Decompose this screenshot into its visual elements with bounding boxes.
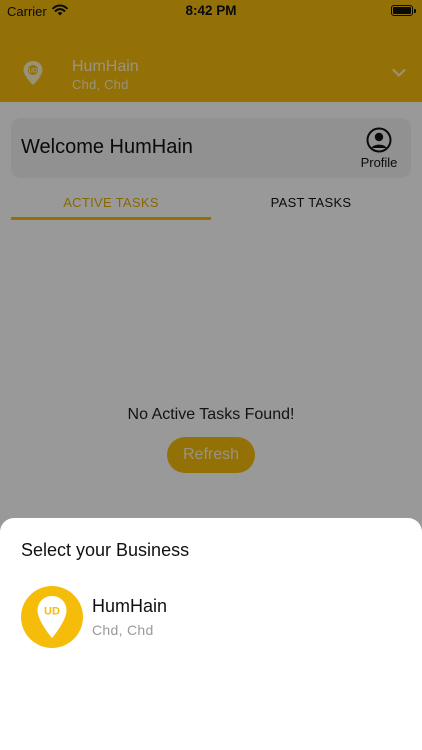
- business-list-item[interactable]: UD HumHain Chd, Chd: [0, 584, 422, 650]
- svg-text:UD: UD: [44, 606, 60, 618]
- business-location: Chd, Chd: [92, 622, 154, 638]
- business-logo: UD: [21, 586, 83, 648]
- business-picker-sheet: Select your Business UD HumHain Chd, Chd: [0, 518, 422, 750]
- location-pin-icon: UD: [37, 596, 67, 638]
- business-name: HumHain: [92, 596, 168, 616]
- app-screen: Carrier 8:42 PM UD HumHain Chd, Chd Welc…: [0, 0, 422, 750]
- sheet-title: Select your Business: [21, 540, 190, 560]
